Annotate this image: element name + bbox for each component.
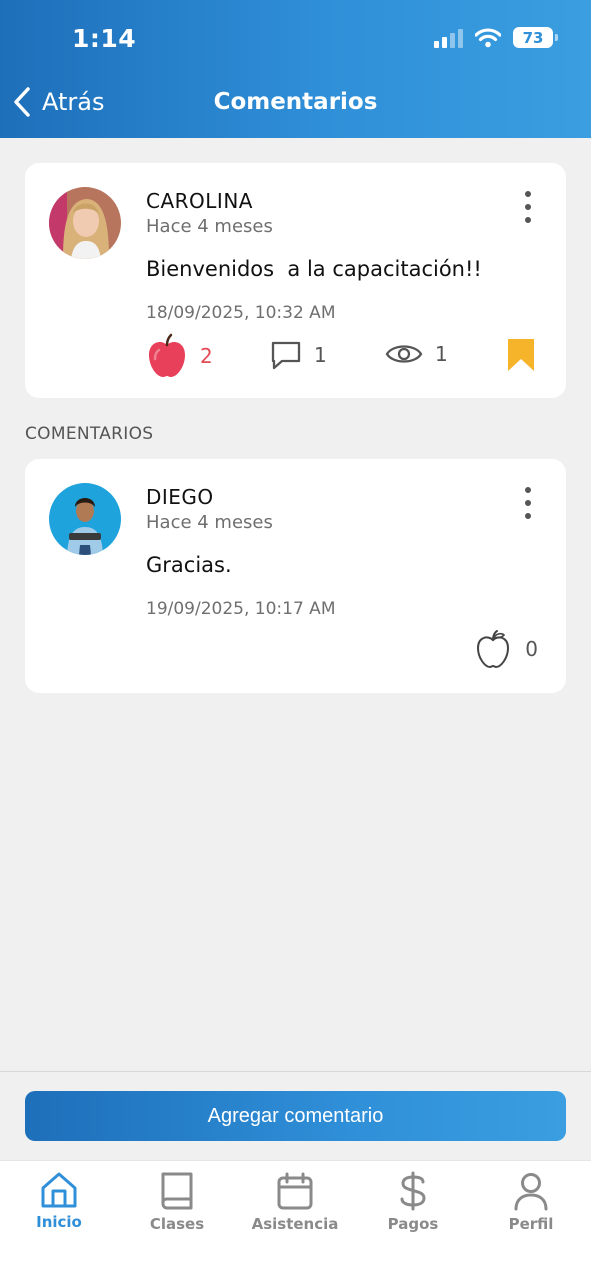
tab-inicio[interactable]: Inicio [0, 1161, 118, 1241]
tab-clases[interactable]: Clases [118, 1161, 236, 1241]
comment-like-button[interactable]: 0 [475, 629, 538, 669]
dollar-icon [400, 1171, 426, 1211]
status-indicators: 73 [434, 27, 558, 48]
comment-count: 1 [314, 343, 327, 367]
more-options-button[interactable] [520, 487, 536, 519]
like-count: 2 [200, 344, 213, 368]
tab-label: Inicio [36, 1213, 82, 1231]
bookmark-icon[interactable] [508, 339, 534, 371]
post-card: CAROLINA Hace 4 meses Bienvenidos a la c… [25, 163, 566, 398]
eye-icon [385, 345, 423, 363]
battery-indicator: 73 [513, 27, 558, 48]
like-button[interactable]: 2 [146, 333, 213, 379]
avatar [49, 483, 121, 555]
tab-label: Perfil [508, 1215, 554, 1233]
avatar [49, 187, 121, 259]
more-options-button[interactable] [520, 191, 536, 223]
post-date: 18/09/2025, 10:32 AM [146, 303, 336, 323]
top-bar: 1:14 73 Atrás Comentarios [0, 0, 591, 138]
tab-label: Asistencia [251, 1215, 339, 1233]
tab-label: Pagos [387, 1215, 439, 1233]
tab-bar: Inicio Clases Asistencia Pagos Perfil [0, 1160, 591, 1280]
comment-like-count: 0 [525, 637, 538, 661]
book-icon [161, 1172, 193, 1210]
views-indicator: 1 [385, 341, 448, 367]
post-text: Bienvenidos a la capacitación!! [146, 257, 482, 281]
tab-asistencia[interactable]: Asistencia [236, 1161, 354, 1241]
add-comment-button[interactable]: Agregar comentario [25, 1091, 566, 1141]
tab-perfil[interactable]: Perfil [472, 1161, 590, 1241]
post-author: CAROLINA [146, 189, 253, 213]
comment-date: 19/09/2025, 10:17 AM [146, 599, 336, 619]
tab-pagos[interactable]: Pagos [354, 1161, 472, 1241]
post-time-ago: Hace 4 meses [146, 216, 273, 237]
comments-section-label: COMENTARIOS [25, 424, 154, 444]
comments-button[interactable]: 1 [270, 339, 327, 371]
home-icon [41, 1172, 77, 1208]
comment-author: DIEGO [146, 485, 214, 509]
view-count: 1 [435, 342, 448, 366]
apple-outline-icon [477, 630, 510, 669]
wifi-icon [475, 27, 501, 47]
page-title: Comentarios [213, 89, 378, 115]
tab-label: Clases [149, 1215, 205, 1233]
comment-card: DIEGO Hace 4 meses Gracias. 19/09/2025, … [25, 459, 566, 693]
cellular-signal-icon [434, 28, 463, 48]
comment-icon [271, 341, 301, 370]
comment-time-ago: Hace 4 meses [146, 512, 273, 533]
apple-filled-icon [149, 333, 185, 377]
calendar-icon [277, 1172, 313, 1210]
comment-text: Gracias. [146, 553, 232, 577]
divider [0, 1071, 591, 1072]
user-icon [514, 1173, 548, 1211]
status-time: 1:14 [72, 24, 137, 53]
